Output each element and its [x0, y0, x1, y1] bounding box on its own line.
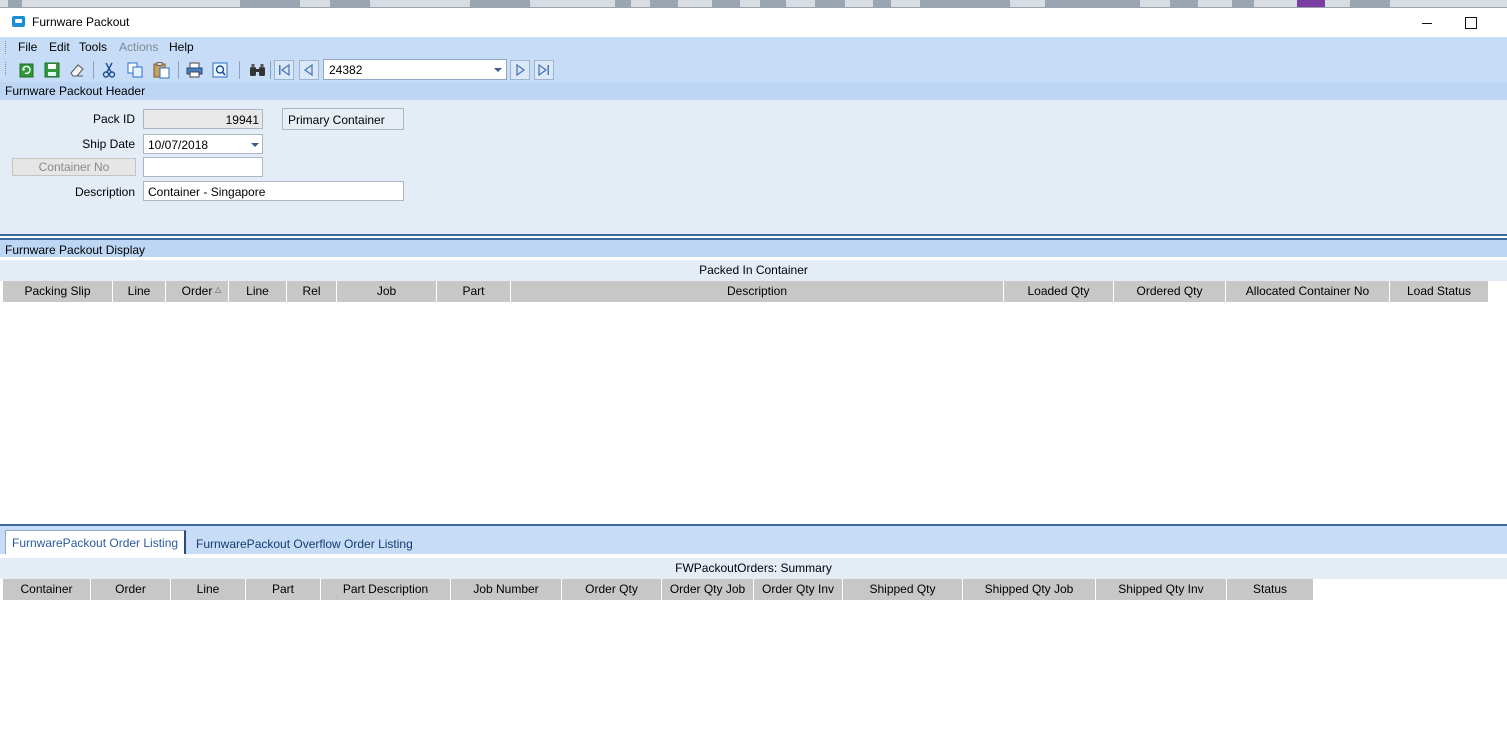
app-window: Furnware Packout File Edit Tools Actions…	[0, 0, 1507, 746]
orders-panel: FWPackoutOrders: Summary Container Order…	[0, 554, 1507, 746]
col-order-qty[interactable]: Order Qty	[562, 579, 662, 600]
col-container[interactable]: Container	[3, 579, 91, 600]
col-part[interactable]: Part	[437, 281, 511, 302]
window-title: Furnware Packout	[32, 15, 130, 29]
menu-actions[interactable]: Actions	[119, 40, 158, 54]
col-order[interactable]: Order	[91, 579, 171, 600]
print-icon[interactable]	[185, 61, 204, 79]
maximize-button[interactable]	[1456, 12, 1484, 34]
col-order-line[interactable]: Line	[229, 281, 287, 302]
search-icon[interactable]	[248, 61, 267, 79]
description-label: Description	[74, 185, 135, 199]
desktop-background-strip	[0, 0, 1507, 7]
minimize-button[interactable]	[1413, 12, 1441, 34]
calendar-dropdown-icon[interactable]	[251, 143, 259, 147]
previous-record-icon[interactable]	[299, 60, 319, 80]
col-part-description[interactable]: Part Description	[321, 579, 451, 600]
col-shipped-qty-inv[interactable]: Shipped Qty Inv	[1096, 579, 1227, 600]
menu-help[interactable]: Help	[169, 40, 194, 54]
menu-edit[interactable]: Edit	[49, 40, 70, 54]
pack-id-label: Pack ID	[92, 112, 135, 126]
col-shipped-qty-job[interactable]: Shipped Qty Job	[963, 579, 1096, 600]
ship-date-field[interactable]: 10/07/2018	[143, 134, 263, 154]
toolbar-separator	[93, 61, 94, 79]
paste-icon[interactable]	[152, 61, 171, 79]
menu-grip-icon[interactable]	[5, 41, 7, 54]
col-packing-slip[interactable]: Packing Slip	[3, 281, 113, 302]
title-bar: Furnware Packout	[0, 7, 1507, 37]
next-record-icon[interactable]	[510, 60, 530, 80]
app-icon	[12, 16, 25, 27]
col-order-qty-job[interactable]: Order Qty Job	[662, 579, 754, 600]
sort-ascending-icon: △	[215, 285, 222, 294]
tab-overflow-order-listing[interactable]: FurnwarePackout Overflow Order Listing	[190, 532, 419, 556]
menu-file[interactable]: File	[18, 40, 37, 54]
orders-grid-header: Container Order Line Part Part Descripti…	[3, 579, 1313, 600]
last-record-icon[interactable]	[534, 60, 554, 80]
col-order-qty-inv[interactable]: Order Qty Inv	[754, 579, 843, 600]
menu-bar: File Edit Tools Actions Help	[0, 37, 1507, 58]
col-allocated-container-no[interactable]: Allocated Container No	[1226, 281, 1390, 302]
primary-container-button[interactable]: Primary Container	[282, 108, 404, 130]
header-panel-title: Furnware Packout Header	[0, 82, 1507, 100]
packed-grid-caption: Packed In Container	[0, 260, 1507, 281]
col-description[interactable]: Description	[511, 281, 1004, 302]
toolbar: 24382	[0, 58, 1507, 82]
orders-grid-caption: FWPackoutOrders: Summary	[0, 558, 1507, 579]
cut-icon[interactable]	[100, 61, 119, 79]
copy-icon[interactable]	[126, 61, 145, 79]
ship-date-label: Ship Date	[82, 137, 135, 151]
tab-strip: FurnwarePackout Order Listing FurnwarePa…	[0, 524, 1507, 554]
toolbar-separator	[178, 61, 179, 79]
description-field[interactable]: Container - Singapore	[143, 181, 404, 201]
col-rel[interactable]: Rel	[287, 281, 337, 302]
col-part[interactable]: Part	[246, 579, 321, 600]
col-loaded-qty[interactable]: Loaded Qty	[1004, 281, 1114, 302]
col-line[interactable]: Line	[171, 579, 246, 600]
col-shipped-qty[interactable]: Shipped Qty	[843, 579, 963, 600]
chevron-down-icon[interactable]	[494, 68, 502, 72]
pack-id-field[interactable]: 19941	[143, 109, 263, 129]
header-panel: Pack ID 19941 Primary Container Ship Dat…	[0, 100, 1507, 236]
toolbar-separator	[239, 61, 240, 79]
print-preview-icon[interactable]	[211, 61, 230, 79]
packed-grid-header: Packing Slip Line Order △ Line Rel Job P…	[3, 281, 1488, 302]
record-selector[interactable]: 24382	[323, 59, 507, 80]
display-panel: Packed In Container Packing Slip Line Or…	[0, 257, 1507, 524]
record-selector-value: 24382	[329, 63, 363, 77]
col-ordered-qty[interactable]: Ordered Qty	[1114, 281, 1226, 302]
first-record-icon[interactable]	[274, 60, 294, 80]
col-line[interactable]: Line	[113, 281, 166, 302]
display-panel-title: Furnware Packout Display	[0, 238, 1507, 257]
toolbar-grip-icon[interactable]	[5, 62, 7, 75]
container-no-button[interactable]: Container No	[12, 158, 136, 176]
refresh-icon[interactable]	[17, 61, 36, 79]
col-load-status[interactable]: Load Status	[1390, 281, 1488, 302]
save-icon[interactable]	[43, 61, 62, 79]
col-status[interactable]: Status	[1227, 579, 1313, 600]
col-job[interactable]: Job	[337, 281, 437, 302]
ship-date-value: 10/07/2018	[148, 138, 209, 152]
clear-icon[interactable]	[68, 61, 87, 79]
menu-tools[interactable]: Tools	[79, 40, 107, 54]
tab-order-listing[interactable]: FurnwarePackout Order Listing	[5, 530, 187, 554]
toolbar-separator	[270, 61, 271, 79]
col-job-number[interactable]: Job Number	[451, 579, 562, 600]
container-no-field[interactable]	[143, 157, 263, 177]
